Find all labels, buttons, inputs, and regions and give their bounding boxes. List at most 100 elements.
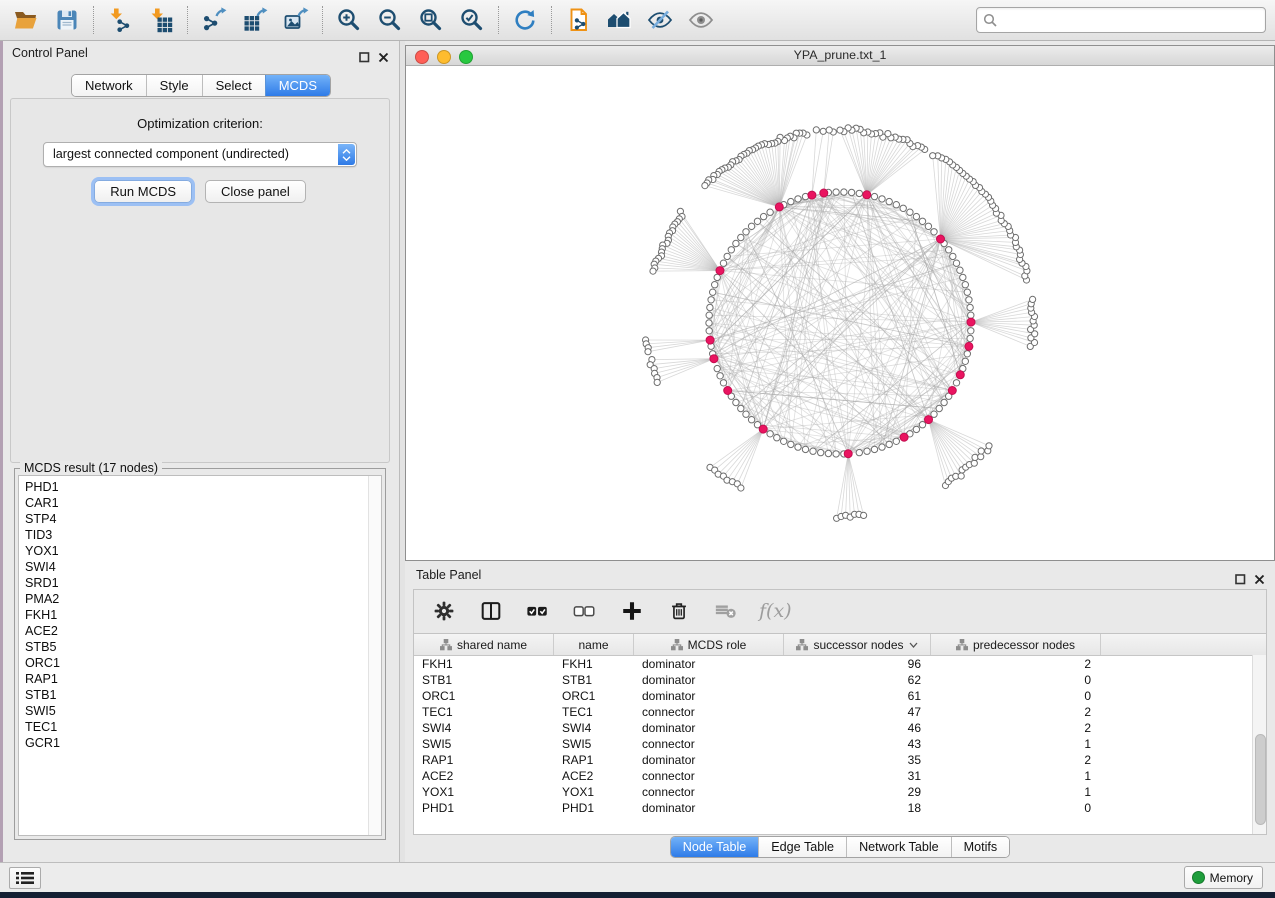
float-panel-icon[interactable] <box>359 47 370 71</box>
close-panel-icon[interactable] <box>378 47 389 71</box>
import-network-icon[interactable] <box>106 6 134 34</box>
table-row[interactable]: YOX1YOX1connector291 <box>414 784 1266 800</box>
tab-network[interactable]: Network <box>72 75 146 96</box>
tab-node-table[interactable]: Node Table <box>671 837 759 857</box>
mcds-result-node[interactable]: RAP1 <box>19 671 381 687</box>
table-block: f(x) shared namenameMCDS rolesuccessor n… <box>413 589 1267 835</box>
status-bar: Memory <box>0 862 1275 892</box>
home-panels-icon[interactable] <box>605 6 633 34</box>
run-mcds-button[interactable]: Run MCDS <box>94 180 192 203</box>
table-cell: ACE2 <box>554 768 634 784</box>
memory-button[interactable]: Memory <box>1184 866 1263 889</box>
memory-label: Memory <box>1210 871 1253 885</box>
mcds-result-node[interactable]: STP4 <box>19 511 381 527</box>
tab-mcds[interactable]: MCDS <box>265 75 330 96</box>
zoom-in-icon[interactable] <box>335 6 363 34</box>
table-row[interactable]: ACE2ACE2connector311 <box>414 768 1266 784</box>
settings-gear-icon[interactable] <box>430 597 458 625</box>
table-cell: PHD1 <box>414 800 554 816</box>
hide-unselected-eye-slash-icon[interactable] <box>646 6 674 34</box>
mcds-result-node[interactable]: SRD1 <box>19 575 381 591</box>
close-panel-button[interactable]: Close panel <box>205 180 306 203</box>
table-panel: Table Panel f(x) share <box>405 563 1275 862</box>
table-panel-tabs: Node TableEdge TableNetwork TableMotifs <box>670 836 1010 858</box>
table-cell: ORC1 <box>554 688 634 704</box>
zoom-selected-icon[interactable] <box>458 6 486 34</box>
mcds-result-node[interactable]: GCR1 <box>19 735 381 751</box>
table-cell: dominator <box>634 800 784 816</box>
mcds-result-node[interactable]: SWI4 <box>19 559 381 575</box>
export-network-icon[interactable] <box>200 6 228 34</box>
table-row[interactable]: FKH1FKH1dominator962 <box>414 656 1266 672</box>
mcds-result-node[interactable]: ACE2 <box>19 623 381 639</box>
tab-network-table[interactable]: Network Table <box>846 837 951 857</box>
toolbar-group-export <box>188 6 322 34</box>
mcds-result-node[interactable]: STB1 <box>19 687 381 703</box>
control-panel-title: Control Panel <box>12 46 88 60</box>
network-graph-canvas[interactable] <box>406 66 1272 558</box>
open-file-icon[interactable] <box>12 6 40 34</box>
zoom-fit-icon[interactable] <box>417 6 445 34</box>
table-cell: connector <box>634 736 784 752</box>
tab-select[interactable]: Select <box>202 75 265 96</box>
tab-style[interactable]: Style <box>146 75 202 96</box>
mcds-list-scrollbar[interactable] <box>368 476 381 835</box>
column-header-successor-nodes[interactable]: successor nodes <box>784 634 931 655</box>
mcds-result-node[interactable]: PHD1 <box>19 476 381 495</box>
mcds-result-node[interactable]: FKH1 <box>19 607 381 623</box>
search-box[interactable] <box>976 7 1266 33</box>
search-input[interactable] <box>1001 10 1260 30</box>
mcds-result-node[interactable]: STB5 <box>19 639 381 655</box>
table-row[interactable]: ORC1ORC1dominator610 <box>414 688 1266 704</box>
new-network-from-file-icon[interactable] <box>564 6 592 34</box>
zoom-out-icon[interactable] <box>376 6 404 34</box>
mcds-result-node[interactable]: TEC1 <box>19 719 381 735</box>
criterion-select[interactable]: largest connected component (undirected) <box>43 142 357 167</box>
tab-motifs[interactable]: Motifs <box>951 837 1010 857</box>
column-header-MCDS-role[interactable]: MCDS role <box>634 634 784 655</box>
mcds-result-node[interactable]: ORC1 <box>19 655 381 671</box>
right-region: YPA_prune.txt_1 Table Panel <box>405 41 1275 862</box>
table-cell: YOX1 <box>414 784 554 800</box>
tab-edge-table[interactable]: Edge Table <box>758 837 846 857</box>
table-cell: SWI5 <box>554 736 634 752</box>
table-row[interactable]: STB1STB1dominator620 <box>414 672 1266 688</box>
export-table-icon[interactable] <box>241 6 269 34</box>
table-cell: 2 <box>931 752 1101 768</box>
mcds-result-node[interactable]: YOX1 <box>19 543 381 559</box>
save-session-icon[interactable] <box>53 6 81 34</box>
table-cell: dominator <box>634 688 784 704</box>
column-header-label: shared name <box>457 638 527 652</box>
table-cell: dominator <box>634 672 784 688</box>
import-table-icon[interactable] <box>147 6 175 34</box>
column-header-predecessor-nodes[interactable]: predecessor nodes <box>931 634 1101 655</box>
table-row[interactable]: SWI5SWI5connector431 <box>414 736 1266 752</box>
table-row[interactable]: PHD1PHD1dominator180 <box>414 800 1266 816</box>
mcds-result-node[interactable]: SWI5 <box>19 703 381 719</box>
clear-table-icon <box>712 597 740 625</box>
export-image-icon[interactable] <box>282 6 310 34</box>
split-view-icon[interactable] <box>477 597 505 625</box>
search-icon <box>983 13 997 32</box>
delete-column-trash-icon[interactable] <box>665 597 693 625</box>
mcds-result-node[interactable]: PMA2 <box>19 591 381 607</box>
table-scrollbar-thumb[interactable] <box>1255 734 1266 826</box>
mcds-result-node[interactable]: TID3 <box>19 527 381 543</box>
column-header-shared-name[interactable]: shared name <box>414 634 554 655</box>
column-header-name[interactable]: name <box>554 634 634 655</box>
show-all-eye-icon[interactable] <box>687 6 715 34</box>
table-row[interactable]: SWI4SWI4dominator462 <box>414 720 1266 736</box>
refresh-view-icon[interactable] <box>511 6 539 34</box>
task-history-button[interactable] <box>9 867 41 889</box>
add-column-icon[interactable] <box>618 597 646 625</box>
table-cell: FKH1 <box>414 656 554 672</box>
table-cell: 47 <box>784 704 931 720</box>
network-window-titlebar[interactable]: YPA_prune.txt_1 <box>406 46 1274 66</box>
select-all-checkboxes-icon[interactable] <box>524 597 552 625</box>
table-scrollbar[interactable] <box>1252 655 1266 834</box>
mcds-result-node[interactable]: CAR1 <box>19 495 381 511</box>
column-header-filler <box>1101 634 1266 655</box>
deselect-all-checkboxes-icon[interactable] <box>571 597 599 625</box>
table-row[interactable]: RAP1RAP1dominator352 <box>414 752 1266 768</box>
table-row[interactable]: TEC1TEC1connector472 <box>414 704 1266 720</box>
